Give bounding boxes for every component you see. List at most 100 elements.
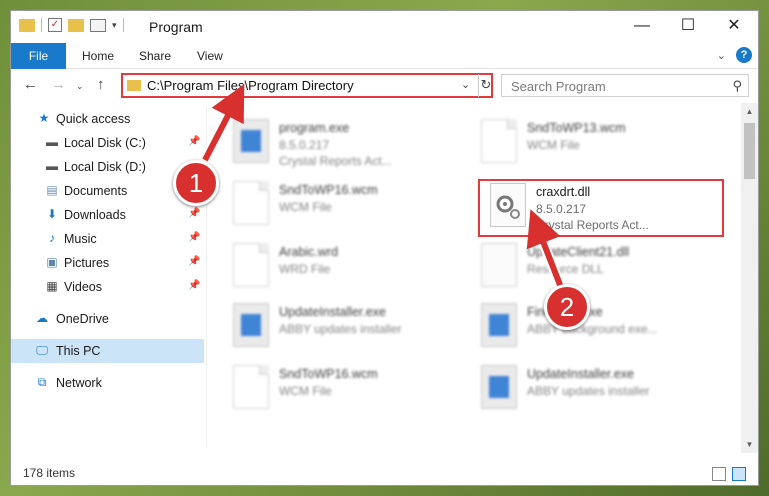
file-type: WCM File bbox=[279, 200, 332, 214]
callout-step-2: 2 bbox=[544, 284, 590, 330]
ribbon: File Home Share View ⌄ ? bbox=[11, 43, 758, 69]
list-item[interactable]: UpdateClient21.dll Resource DLL bbox=[481, 239, 731, 299]
cloud-icon: ☁ bbox=[36, 311, 48, 325]
list-item[interactable]: Arabic.wrd WRD File bbox=[233, 239, 483, 299]
properties-icon[interactable] bbox=[90, 18, 106, 32]
file-description: ABBY updates installer bbox=[279, 322, 402, 336]
address-dropdown-icon[interactable]: ⌄ bbox=[461, 78, 470, 91]
search-input[interactable]: Search Program ⚲ bbox=[501, 74, 749, 97]
sidebar-item-downloads[interactable]: ⬇ Downloads 📌 bbox=[11, 203, 204, 227]
list-item[interactable]: craxdrt.dll 8.5.0.217 Crystal Reports Ac… bbox=[490, 179, 740, 239]
quick-access-toolbar: ✓ ▾ bbox=[19, 18, 124, 32]
sidebar-item-label: Local Disk (D:) bbox=[64, 160, 146, 174]
list-item[interactable]: SndToWP16.wcm WCM File bbox=[233, 177, 483, 237]
file-list: program.exe 8.5.0.217 Crystal Reports Ac… bbox=[207, 103, 741, 453]
navigation-pane: ★ Quick access ▬ Local Disk (C:) 📌 ▬ Loc… bbox=[11, 107, 206, 447]
sidebar-item-videos[interactable]: ▦ Videos 📌 bbox=[11, 275, 204, 299]
details-view-icon[interactable] bbox=[712, 467, 726, 481]
sidebar-item-label: Local Disk (C:) bbox=[64, 136, 146, 150]
sidebar-item-music[interactable]: ♪ Music 📌 bbox=[11, 227, 204, 251]
up-arrow-icon[interactable]: ↑ bbox=[97, 76, 105, 93]
list-item[interactable]: UpdateInstaller.exe ABBY updates install… bbox=[233, 299, 483, 359]
sidebar-item-label: Documents bbox=[64, 184, 128, 198]
sidebar-item-label: Music bbox=[64, 232, 97, 246]
properties-check-icon[interactable]: ✓ bbox=[48, 18, 62, 32]
file-version: 8.5.0.217 bbox=[536, 202, 587, 216]
file-name: UpdateClient21.dll bbox=[527, 245, 630, 259]
tab-share[interactable]: Share bbox=[125, 43, 185, 69]
maximize-button[interactable]: ☐ bbox=[665, 11, 711, 41]
list-item[interactable]: SndToWP16.wcm WCM File bbox=[233, 361, 483, 421]
ribbon-expand-icon[interactable]: ⌄ bbox=[717, 49, 726, 62]
gear-icon bbox=[496, 195, 520, 219]
item-count: 178 items bbox=[23, 466, 76, 480]
sidebar-item-label: Videos bbox=[64, 280, 102, 294]
file-type: Resource DLL bbox=[527, 262, 604, 276]
large-icons-view-icon[interactable] bbox=[732, 467, 746, 481]
file-type: WRD File bbox=[279, 262, 331, 276]
tab-view[interactable]: View bbox=[183, 43, 237, 69]
file-name: SndToWP16.wcm bbox=[279, 367, 378, 381]
download-icon: ⬇ bbox=[46, 207, 58, 221]
sidebar-item-pictures[interactable]: ▣ Pictures 📌 bbox=[11, 251, 204, 275]
dll-gear-icon bbox=[490, 183, 526, 227]
list-item[interactable]: FineExec.exe ABBY background exe... bbox=[481, 299, 731, 359]
installer-icon bbox=[481, 365, 517, 409]
file-name: UpdateInstaller.exe bbox=[279, 305, 387, 319]
scroll-up-icon[interactable]: ▲ bbox=[741, 103, 758, 120]
minimize-button[interactable]: — bbox=[619, 11, 665, 41]
scrollbar-thumb[interactable] bbox=[744, 123, 755, 179]
file-name: craxdrt.dll bbox=[536, 185, 591, 199]
toolbar-divider bbox=[41, 18, 42, 32]
file-name: Arabic.wrd bbox=[279, 245, 339, 259]
window-title: Program bbox=[149, 19, 203, 35]
drive-icon: ▬ bbox=[46, 135, 58, 149]
close-button[interactable]: ✕ bbox=[711, 11, 757, 41]
search-icon[interactable]: ⚲ bbox=[732, 78, 742, 94]
document-icon bbox=[233, 181, 269, 225]
sidebar-item-network[interactable]: ⧉ Network bbox=[11, 371, 204, 395]
installer-icon bbox=[233, 303, 269, 347]
pin-icon[interactable]: 📌 bbox=[188, 232, 200, 243]
scroll-down-icon[interactable]: ▼ bbox=[741, 436, 758, 453]
pin-icon[interactable]: 📌 bbox=[188, 136, 200, 147]
callout-step-1: 1 bbox=[173, 160, 219, 206]
sidebar-item-local-disk-c[interactable]: ▬ Local Disk (C:) 📌 bbox=[11, 131, 204, 155]
search-placeholder: Search Program bbox=[511, 79, 606, 94]
pictures-icon: ▣ bbox=[46, 255, 58, 269]
document-icon bbox=[481, 119, 517, 163]
back-arrow-icon[interactable]: ← bbox=[23, 76, 38, 93]
address-path[interactable]: C:\Program Files\Program Directory bbox=[147, 78, 354, 93]
forward-arrow-icon[interactable]: → bbox=[51, 76, 66, 93]
pin-icon[interactable]: 📌 bbox=[188, 208, 200, 219]
sidebar-item-this-pc[interactable]: 🖵 This PC bbox=[11, 339, 204, 363]
title-bar: ✓ ▾ Program — ☐ ✕ bbox=[11, 11, 758, 43]
pin-icon[interactable]: 📌 bbox=[188, 256, 200, 267]
list-item[interactable]: UpdateInstaller.exe ABBY updates install… bbox=[481, 361, 731, 421]
sidebar-item-onedrive[interactable]: ☁ OneDrive bbox=[11, 307, 204, 331]
toolbar-dropdown-icon[interactable]: ▾ bbox=[112, 20, 117, 31]
network-icon: ⧉ bbox=[37, 375, 47, 389]
file-description: Crystal Reports Act... bbox=[536, 218, 649, 232]
file-name: program.exe bbox=[279, 121, 350, 135]
recent-locations-icon[interactable]: ⌄ bbox=[76, 81, 84, 92]
document-icon bbox=[233, 365, 269, 409]
sidebar-item-label: OneDrive bbox=[56, 312, 109, 326]
videos-icon: ▦ bbox=[46, 279, 58, 293]
pin-icon[interactable]: 📌 bbox=[188, 280, 200, 291]
explorer-window: ✓ ▾ Program — ☐ ✕ File Home Share View ⌄… bbox=[10, 10, 759, 486]
program-icon bbox=[233, 119, 269, 163]
vertical-scrollbar[interactable]: ▲ ▼ bbox=[741, 103, 758, 453]
refresh-icon[interactable]: ↻ bbox=[478, 74, 493, 97]
address-bar[interactable]: C:\Program Files\Program Directory ⌄ ↻ bbox=[121, 73, 493, 98]
tab-home[interactable]: Home bbox=[68, 43, 128, 69]
highlighted-file-item[interactable]: craxdrt.dll 8.5.0.217 Crystal Reports Ac… bbox=[478, 179, 724, 237]
sidebar-item-quick-access[interactable]: ★ Quick access bbox=[11, 107, 204, 131]
tab-file[interactable]: File bbox=[11, 43, 66, 69]
help-icon[interactable]: ? bbox=[736, 47, 752, 63]
file-version: 8.5.0.217 bbox=[279, 138, 330, 152]
new-folder-icon[interactable] bbox=[68, 18, 84, 32]
sidebar-item-label: Network bbox=[56, 376, 102, 390]
list-item[interactable]: program.exe 8.5.0.217 Crystal Reports Ac… bbox=[233, 115, 483, 175]
list-item[interactable]: SndToWP13.wcm WCM File bbox=[481, 115, 731, 175]
